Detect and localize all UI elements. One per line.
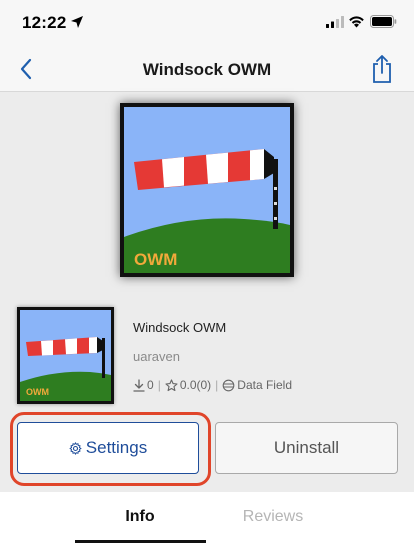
gear-icon (69, 441, 82, 455)
wifi-icon (349, 16, 364, 28)
settings-button-label: Settings (85, 438, 148, 457)
settings-button[interactable]: Settings (17, 422, 199, 474)
app-author: uaraven (133, 349, 180, 364)
cellular-signal-icon (326, 16, 344, 28)
download-count: 0 (147, 378, 154, 392)
battery-icon (370, 15, 397, 28)
app-stats: 0 | 0.0(0) | Data Field (133, 377, 292, 393)
stats-divider: | (215, 378, 219, 392)
data-field-icon (222, 379, 235, 391)
tab-reviews[interactable]: Reviews (208, 492, 338, 546)
tab-bar: Info Reviews (0, 492, 414, 546)
navigation-bar: Windsock OWM (0, 44, 414, 92)
uninstall-button-label: Uninstall (273, 438, 340, 457)
tab-info[interactable]: Info (75, 492, 205, 546)
page-title: Windsock OWM (142, 60, 272, 79)
rating-value: 0.0(0) (179, 378, 212, 392)
app-name: Windsock OWM (133, 320, 227, 335)
status-bar: 12:22 (0, 0, 414, 44)
stats-divider: | (157, 378, 161, 392)
uninstall-button[interactable]: Uninstall (215, 422, 398, 474)
location-arrow-icon (71, 16, 83, 28)
app-hero-image: OWM (120, 103, 294, 277)
active-tab-indicator (75, 540, 206, 543)
app-thumbnail: OWM (17, 307, 114, 404)
share-button[interactable] (368, 54, 396, 84)
download-icon (133, 378, 145, 392)
status-time: 12:22 (22, 13, 67, 32)
star-icon (165, 378, 178, 391)
thumb-badge: OWM (26, 387, 49, 397)
hero-badge: OWM (134, 250, 177, 269)
share-icon (373, 55, 391, 83)
app-type: Data Field (237, 378, 292, 392)
